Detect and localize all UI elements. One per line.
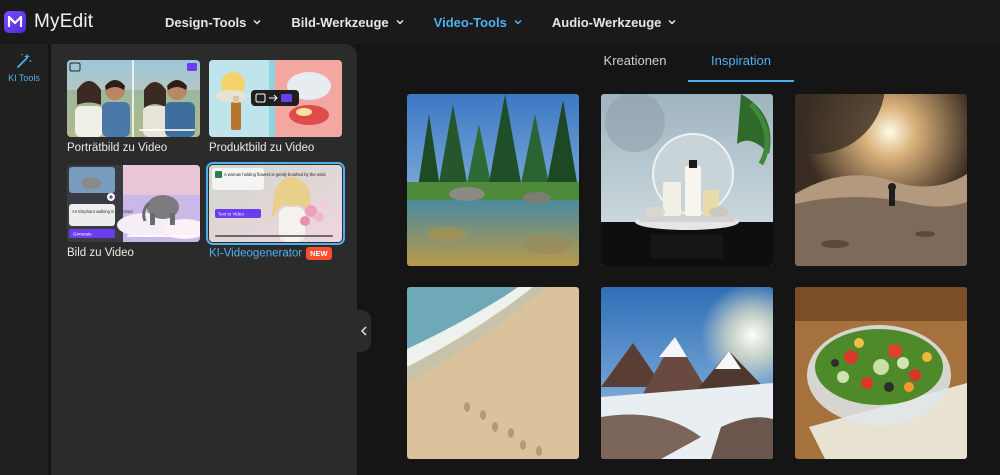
myedit-logo-icon xyxy=(4,11,26,33)
ai-video-thumbnail: A woman holding flowers is gently brushe… xyxy=(206,162,345,245)
generate-label: Generate xyxy=(73,232,92,237)
gallery-cosmetics-product[interactable] xyxy=(601,94,773,266)
tab-kreationen[interactable]: Kreationen xyxy=(582,53,688,82)
nav-label: Bild-Werkzeuge xyxy=(291,14,389,30)
prompt-text: A woman holding flowers is gently brushe… xyxy=(224,172,326,177)
chevron-down-icon xyxy=(514,19,522,25)
nav-bild-werkzeuge[interactable]: Bild-Werkzeuge xyxy=(291,15,404,30)
tab-inspiration[interactable]: Inspiration xyxy=(688,53,794,82)
chevron-down-icon xyxy=(668,19,676,25)
gallery-astronaut-planet[interactable] xyxy=(795,94,967,266)
chevron-down-icon xyxy=(253,19,261,25)
tool-image-to-video[interactable]: An Elephant walking in the cloud Generat… xyxy=(67,165,200,259)
nav-label: Design-Tools xyxy=(165,14,247,30)
nav-video-tools[interactable]: Video-Tools xyxy=(434,15,523,30)
logo[interactable]: MyEdit xyxy=(4,11,93,33)
tool-label-row: KI-Videogenerator NEW xyxy=(209,247,342,260)
collapse-panel-handle[interactable] xyxy=(357,310,371,352)
tool-label: Porträtbild zu Video xyxy=(67,142,168,154)
tool-ai-video-generator[interactable]: A woman holding flowers is gently brushe… xyxy=(206,162,345,260)
gallery-salad-bowl[interactable] xyxy=(795,287,967,459)
main-content: Kreationen Inspiration xyxy=(371,44,1000,475)
nav-design-tools[interactable]: Design-Tools xyxy=(165,15,262,30)
magic-wand-icon xyxy=(17,53,32,68)
tools-panel: Porträtbild zu Video Produktbild zu Vide… xyxy=(51,44,357,475)
text-to-video-label: Text to Video xyxy=(218,212,244,217)
nav-label: Audio-Werkzeuge xyxy=(551,14,662,30)
gallery-forest-lake[interactable] xyxy=(407,94,579,266)
image-to-video-thumbnail: An Elephant walking in the cloud Generat… xyxy=(67,165,200,242)
content-tabs: Kreationen Inspiration xyxy=(582,53,794,82)
tool-product-to-video[interactable]: Produktbild zu Video xyxy=(209,60,342,154)
tool-portrait-to-video[interactable]: Porträtbild zu Video xyxy=(67,60,200,154)
main-nav: Design-Tools Bild-Werkzeuge Video-Tools … xyxy=(165,0,706,44)
nav-audio-werkzeuge[interactable]: Audio-Werkzeuge xyxy=(552,15,678,30)
top-bar: MyEdit Design-Tools Bild-Werkzeuge Video… xyxy=(0,0,1000,44)
chevron-left-icon xyxy=(360,326,367,336)
gallery-beach-waves[interactable] xyxy=(407,287,579,459)
prompt-text: An Elephant walking in the cloud xyxy=(72,209,133,214)
tool-label: Bild zu Video xyxy=(67,247,134,259)
nav-label: Video-Tools xyxy=(433,14,507,30)
portrait-thumbnail xyxy=(67,60,200,137)
chevron-down-icon xyxy=(396,19,404,25)
rail-ki-tools[interactable]: KI Tools xyxy=(0,52,48,90)
product-thumbnail xyxy=(209,60,342,137)
tool-label: KI-Videogenerator xyxy=(209,247,303,260)
left-rail: KI Tools xyxy=(0,44,48,475)
new-badge: NEW xyxy=(306,247,332,260)
gallery-snowy-mountains[interactable] xyxy=(601,287,773,459)
app-name: MyEdit xyxy=(34,11,94,32)
rail-label: KI Tools xyxy=(8,73,40,83)
tool-label: Produktbild zu Video xyxy=(209,142,315,154)
